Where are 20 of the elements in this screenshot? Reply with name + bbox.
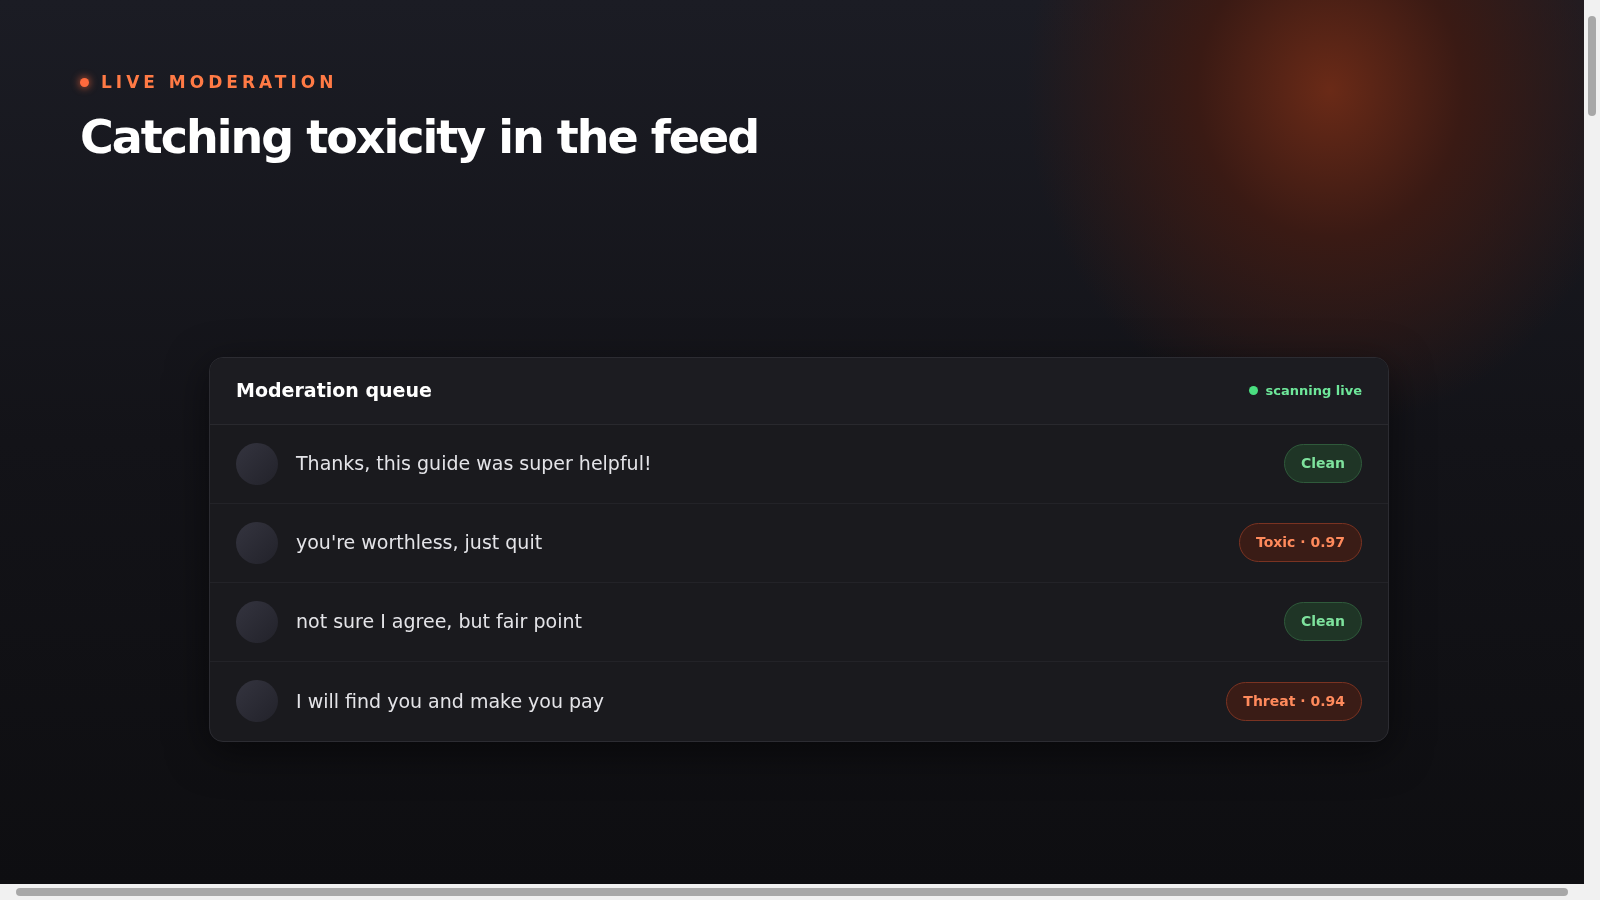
avatar-circle	[236, 680, 278, 723]
comment-text: I will find you and make you pay	[296, 688, 605, 714]
clean-label: Clean	[1284, 602, 1362, 642]
flag-label: Toxic · 0.97	[1238, 523, 1362, 563]
live-dot-icon	[80, 78, 89, 88]
comment-text: Thanks, this guide was super helpful!	[296, 451, 653, 477]
avatar-circle	[236, 521, 278, 564]
clean-label: Clean	[1284, 444, 1362, 484]
comment-text: not sure I agree, but fair point	[296, 609, 583, 635]
avatar-circle	[236, 600, 278, 643]
flag-label: Threat · 0.94	[1226, 681, 1362, 721]
page-title: Catching toxicity in the feed	[80, 109, 760, 165]
card-title: Moderation queue	[236, 378, 432, 404]
status-dot-icon	[1248, 386, 1258, 396]
comment-text: you're worthless, just quit	[296, 530, 544, 556]
vertical-scrollbar[interactable]	[1584, 0, 1600, 900]
status-text: scanning live	[1265, 381, 1362, 400]
avatar-circle	[236, 442, 278, 485]
horizontal-scrollbar[interactable]	[0, 884, 1584, 900]
section-eyebrow: LIVE MODERATION	[101, 71, 338, 94]
